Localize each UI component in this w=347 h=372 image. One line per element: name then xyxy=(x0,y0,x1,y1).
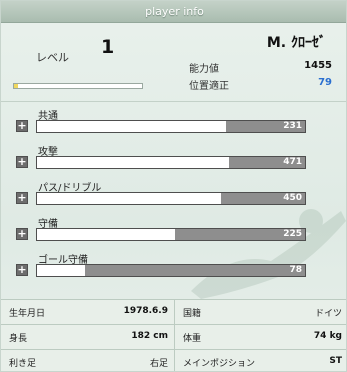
ability-total-label: 能力値 xyxy=(189,64,219,75)
expand-plus-button[interactable]: + xyxy=(16,192,28,204)
nationality-label: 国籍 xyxy=(183,309,202,319)
panel-title: player info xyxy=(1,1,346,23)
ability-bar: 450 xyxy=(36,192,306,205)
weight-label: 体重 xyxy=(183,334,202,344)
height-label: 身長 xyxy=(9,334,28,344)
level-progress-fill xyxy=(14,84,18,88)
ability-total-value: 1455 xyxy=(304,60,332,71)
ability-bar-fill xyxy=(37,229,176,240)
ability-row-attack: 攻撃 + 471 xyxy=(1,139,346,173)
nationality-value: ドイツ xyxy=(314,309,342,319)
position-value: ST xyxy=(329,356,342,366)
position-label: メインポジション xyxy=(183,359,256,369)
ability-bar: 231 xyxy=(36,120,306,133)
ability-list: 共通 + 231 攻撃 + 471 パス/ドリブル + 450 守備 + 225… xyxy=(1,103,346,286)
foot-label: 利き足 xyxy=(9,359,37,369)
expand-plus-button[interactable]: + xyxy=(16,264,28,276)
ability-bar: 78 xyxy=(36,264,306,277)
expand-plus-button[interactable]: + xyxy=(16,120,28,132)
ability-row-goalkeeping: ゴール守備 + 78 xyxy=(1,247,346,281)
foot-value: 右足 xyxy=(149,359,168,369)
ability-row-common: 共通 + 231 xyxy=(1,103,346,137)
ability-value: 450 xyxy=(283,193,302,203)
level-progress-bar xyxy=(13,83,143,89)
ability-bar: 225 xyxy=(36,228,306,241)
player-name: M. ｸﾛｰｾﾞ xyxy=(266,35,326,51)
birthdate-value: 1978.6.9 xyxy=(123,306,168,316)
expand-plus-button[interactable]: + xyxy=(16,156,28,168)
ability-bar-fill xyxy=(37,121,226,132)
level-value: 1 xyxy=(101,36,115,58)
player-header: レベル 1 M. ｸﾛｰｾﾞ 能力値 1455 位置適正 79 xyxy=(1,23,346,101)
ability-bar-fill xyxy=(37,193,221,204)
ability-bar-fill xyxy=(37,157,229,168)
expand-plus-button[interactable]: + xyxy=(16,228,28,240)
player-info-panel: player info レベル 1 M. ｸﾛｰｾﾞ 能力値 1455 位置適正… xyxy=(0,0,347,372)
profile-table-divider xyxy=(174,299,175,371)
birthdate-label: 生年月日 xyxy=(9,309,46,319)
ability-value: 78 xyxy=(289,265,302,275)
header-divider xyxy=(1,101,346,102)
ability-row-defense: 守備 + 225 xyxy=(1,211,346,245)
ability-bar-fill xyxy=(37,265,86,276)
ability-value: 231 xyxy=(283,121,302,131)
ability-row-pass-dribble: パス/ドリブル + 450 xyxy=(1,175,346,209)
height-value: 182 cm xyxy=(131,331,168,341)
ability-value: 225 xyxy=(283,229,302,239)
ability-value: 471 xyxy=(283,157,302,167)
position-fit-label: 位置適正 xyxy=(189,81,229,92)
level-label: レベル xyxy=(36,51,69,64)
weight-value: 74 kg xyxy=(313,331,342,341)
ability-bar: 471 xyxy=(36,156,306,169)
position-fit-value: 79 xyxy=(318,77,332,88)
